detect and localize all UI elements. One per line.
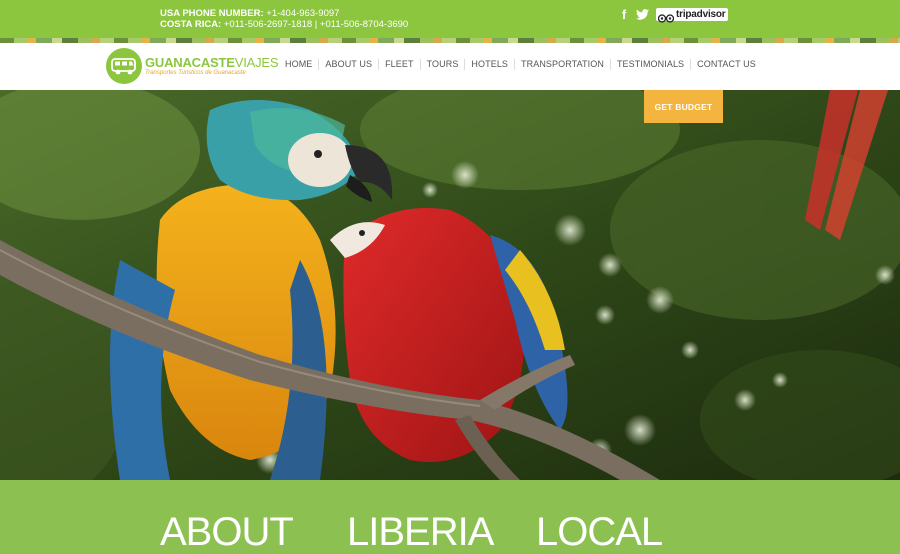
get-budget-button[interactable]: GET BUDGET bbox=[644, 90, 723, 123]
site-logo[interactable]: GUANACASTEVIAJES Transportes Turisticos … bbox=[106, 48, 279, 84]
tripadvisor-logo[interactable]: tripadvisor bbox=[656, 8, 729, 23]
logo-name-primary: GUANACASTE bbox=[145, 54, 235, 70]
nav-hotels[interactable]: HOTELS bbox=[465, 59, 516, 70]
navigation-bar: GUANACASTEVIAJES Transportes Turisticos … bbox=[0, 43, 900, 90]
section-headings: ABOUT LIBERIA LOCAL bbox=[0, 485, 900, 554]
owl-icon bbox=[657, 10, 675, 23]
nav-tours[interactable]: TOURS bbox=[421, 59, 466, 70]
nav-about-us[interactable]: ABOUT US bbox=[319, 59, 380, 70]
heading-about: ABOUT bbox=[160, 510, 294, 554]
heading-liberia: LIBERIA bbox=[347, 510, 494, 554]
macaws-illustration bbox=[0, 90, 900, 480]
usa-phone-number[interactable]: +1-404-963-9097 bbox=[266, 8, 339, 19]
nav-testimonials[interactable]: TESTIMONIALS bbox=[611, 59, 692, 70]
nav-transportation[interactable]: TRANSPORTATION bbox=[515, 59, 611, 70]
nav-fleet[interactable]: FLEET bbox=[379, 59, 421, 70]
twitter-icon[interactable] bbox=[636, 9, 649, 20]
nav-home[interactable]: HOME bbox=[279, 59, 320, 70]
logo-tagline: Transportes Turisticos de Guanacaste bbox=[145, 69, 246, 76]
social-links: f tripadvisor bbox=[619, 8, 729, 23]
costa-rica-phone-label: COSTA RICA: bbox=[160, 19, 222, 30]
logo-name-secondary: VIAJES bbox=[234, 54, 279, 70]
contact-info: USA PHONE NUMBER: +1-404-963-9097 COSTA … bbox=[160, 8, 408, 30]
costa-rica-phone-numbers[interactable]: +011-506-2697-1818 | +011-506-8704-3690 bbox=[224, 19, 408, 30]
van-icon bbox=[106, 48, 142, 84]
main-menu: HOME ABOUT US FLEET TOURS HOTELS TRANSPO… bbox=[279, 59, 762, 70]
nav-contact-us[interactable]: CONTACT US bbox=[691, 59, 762, 70]
top-bar: USA PHONE NUMBER: +1-404-963-9097 COSTA … bbox=[0, 0, 900, 38]
hero-image bbox=[0, 90, 900, 480]
facebook-icon[interactable]: f bbox=[619, 8, 629, 21]
tripadvisor-text: tripadvisor bbox=[676, 9, 726, 20]
usa-phone-label: USA PHONE NUMBER: bbox=[160, 8, 264, 19]
heading-local: LOCAL bbox=[536, 510, 663, 554]
